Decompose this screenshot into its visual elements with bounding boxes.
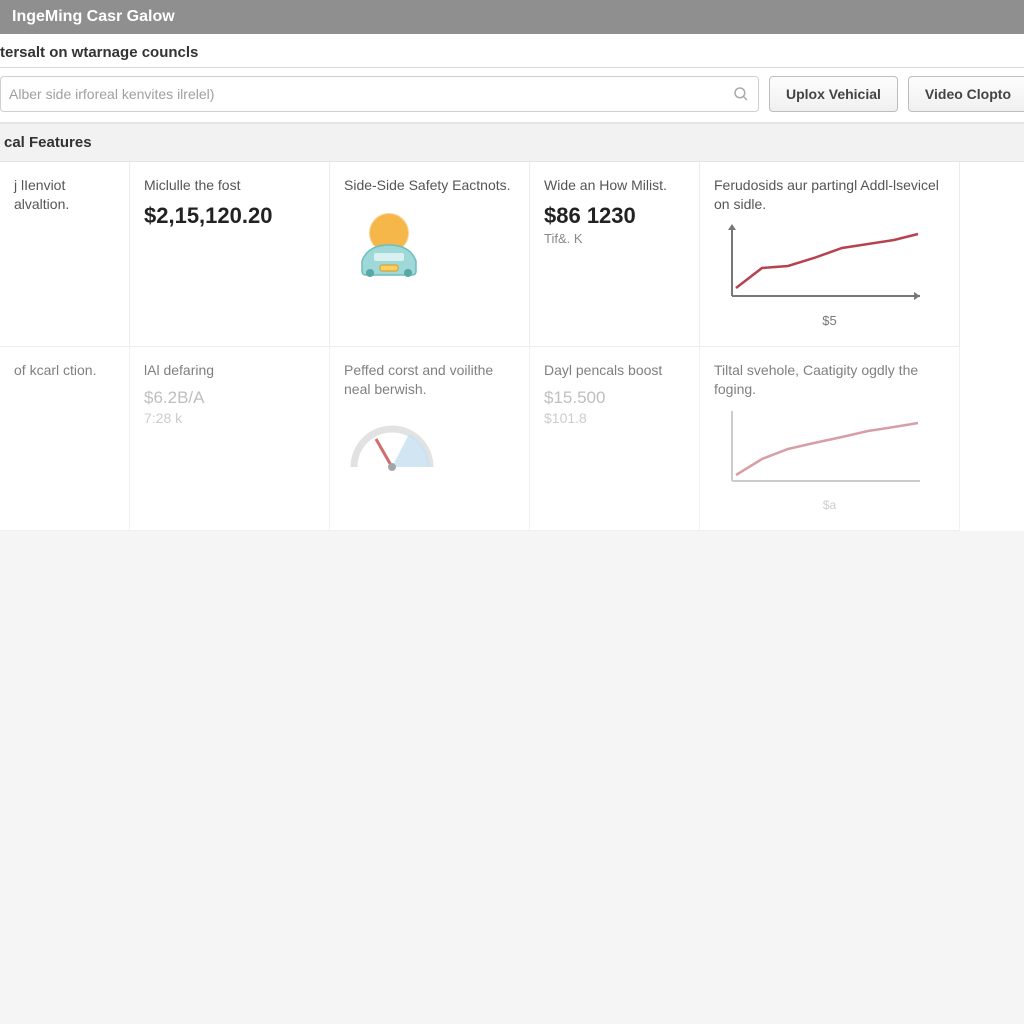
section-header: cal Features — [0, 123, 1024, 162]
card-grid-row-2: of kcarl ction. lAl defaring $6.2B/A 7:2… — [0, 347, 1024, 531]
card-title: Peffed corst and voilithe neal berwish. — [344, 361, 515, 399]
card-evaluation[interactable]: j lIenviot alvaltion. — [0, 162, 130, 347]
card-defaring[interactable]: lAl defaring $6.2B/A 7:28 k — [130, 347, 330, 531]
card-title: Side-Side Safety Eactnots. — [344, 176, 515, 195]
card-value: $2,15,120.20 — [144, 203, 315, 229]
card-value: $15.500 — [544, 388, 685, 408]
search-icon — [732, 85, 750, 103]
app-title: IngeMing Casr Galow — [12, 8, 175, 26]
card-title: j lIenviot alvaltion. — [14, 176, 115, 214]
card-subvalue: Tif&. K — [544, 231, 685, 246]
card-action[interactable]: of kcarl ction. — [0, 347, 130, 531]
video-button[interactable]: Video Clopto — [908, 76, 1024, 112]
gauge-icon — [344, 407, 515, 492]
search-row: Uplox Vehicial Video Clopto — [0, 68, 1024, 123]
card-title: Dayl pencals boost — [544, 361, 685, 380]
card-gauge[interactable]: Peffed corst and voilithe neal berwish. — [330, 347, 530, 531]
card-wide-list[interactable]: Wide an How Milist. $86 1230 Tif&. K — [530, 162, 700, 347]
card-trend-chart-1[interactable]: Ferudosids aur partingl Addl-lsevicel on… — [700, 162, 960, 347]
sparkline-chart: $5 — [714, 222, 945, 328]
app-header: IngeMing Casr Galow — [0, 0, 1024, 34]
chart-x-label: $5 — [714, 313, 945, 328]
page-subtitle: tersalt on wtarnage councls — [0, 44, 198, 61]
card-cost[interactable]: Miclulle the fost $2,15,120.20 — [130, 162, 330, 347]
card-title: Ferudosids aur partingl Addl-lsevicel on… — [714, 176, 945, 214]
card-subvalue: 7:28 k — [144, 410, 315, 426]
page-subtitle-bar: tersalt on wtarnage councls — [0, 34, 1024, 68]
card-grid-row-1: j lIenviot alvaltion. Miclulle the fost … — [0, 162, 1024, 347]
card-title: lAl defaring — [144, 361, 315, 380]
search-input[interactable] — [9, 86, 732, 102]
card-title: of kcarl ction. — [14, 361, 115, 380]
upload-vehicle-button[interactable]: Uplox Vehicial — [769, 76, 898, 112]
search-input-container[interactable] — [0, 76, 759, 112]
card-title: Wide an How Milist. — [544, 176, 685, 195]
sparkline-chart: $a — [714, 407, 945, 512]
vehicle-icon — [344, 203, 515, 286]
card-title: Tiltal svehole, Caatigity ogdly the fogi… — [714, 361, 945, 399]
chart-x-label: $a — [714, 498, 945, 512]
card-trend-chart-2[interactable]: Tiltal svehole, Caatigity ogdly the fogi… — [700, 347, 960, 531]
card-value: $86 1230 — [544, 203, 685, 229]
card-safety[interactable]: Side-Side Safety Eactnots. — [330, 162, 530, 347]
card-boost[interactable]: Dayl pencals boost $15.500 $101.8 — [530, 347, 700, 531]
card-title: Miclulle the fost — [144, 176, 315, 195]
card-value: $6.2B/A — [144, 388, 315, 408]
card-subvalue: $101.8 — [544, 410, 685, 426]
section-title: cal Features — [4, 134, 92, 151]
